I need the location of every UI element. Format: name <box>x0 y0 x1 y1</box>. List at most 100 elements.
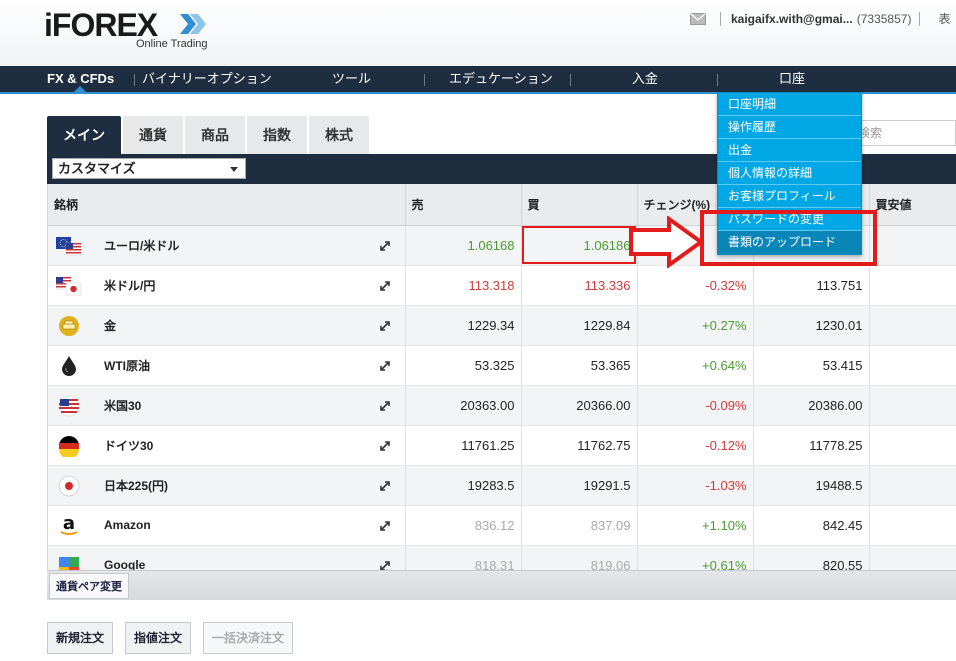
buy-price[interactable]: 113.336 <box>521 265 638 306</box>
nav-binary-options[interactable]: バイナリーオプション <box>142 66 272 92</box>
mail-icon[interactable] <box>690 12 706 25</box>
nav-account[interactable]: 口座 <box>779 66 805 92</box>
change-percent: +1.10% <box>637 505 754 546</box>
sell-price[interactable]: 20363.00 <box>405 385 522 426</box>
oil-drop-icon <box>56 355 82 377</box>
instrument-cell[interactable]: WTI原油 <box>48 345 406 386</box>
table-row[interactable]: Google 818.31819.06+0.61%820.55816 <box>48 545 956 570</box>
expand-icon[interactable] <box>379 280 391 292</box>
pair-change-button[interactable]: 通貨ペア変更 <box>49 573 129 599</box>
buy-price[interactable]: 837.09 <box>521 505 638 546</box>
expand-icon[interactable] <box>379 240 391 252</box>
menu-operation-history[interactable]: 操作履歴 <box>718 116 861 139</box>
instrument-name: 米国30 <box>104 398 142 413</box>
high-value: 820.55 <box>753 545 870 570</box>
customize-label: カスタマイズ <box>58 161 136 176</box>
buy-price[interactable]: 819.06 <box>521 545 638 570</box>
change-percent: -0.32% <box>637 265 754 306</box>
nav-deposit[interactable]: 入金 <box>632 66 658 92</box>
header-buy[interactable]: 買 <box>521 184 638 226</box>
bulk-close-button[interactable]: 一括決済注文 <box>203 622 294 654</box>
menu-personal-details[interactable]: 個人情報の詳細 <box>718 162 861 185</box>
eu-us-flag-icon <box>56 235 82 257</box>
tab-currency[interactable]: 通貨 <box>123 116 183 154</box>
separator <box>720 11 721 26</box>
de-flag-icon <box>56 435 82 459</box>
new-order-button[interactable]: 新規注文 <box>47 622 114 654</box>
nav-education[interactable]: エデュケーション <box>449 66 553 92</box>
buy-price[interactable]: 1.06186 <box>521 225 638 266</box>
change-percent: +0.61% <box>637 545 754 570</box>
instrument-cell[interactable]: ユーロ/米ドル <box>48 225 406 266</box>
high-value: 19488.5 <box>753 465 870 506</box>
expand-icon[interactable] <box>379 560 391 570</box>
expand-icon[interactable] <box>379 400 391 412</box>
instrument-name: WTI原油 <box>104 358 150 373</box>
jp-flag-icon <box>56 475 82 497</box>
instrument-cell[interactable]: 日本225(円) <box>48 465 406 506</box>
iforex-logo[interactable]: iFOREX Online Trading <box>44 7 208 50</box>
buy-price[interactable]: 53.365 <box>521 345 638 386</box>
instrument-cell[interactable]: a Amazon <box>48 505 406 546</box>
sell-price[interactable]: 818.31 <box>405 545 522 570</box>
sell-price[interactable]: 19283.5 <box>405 465 522 506</box>
instrument-cell[interactable]: ドイツ30 <box>48 425 406 466</box>
low-value: 829 <box>869 505 956 546</box>
expand-icon[interactable] <box>379 520 391 532</box>
instrument-name: ユーロ/米ドル <box>104 238 180 253</box>
table-row[interactable]: 日本225(円) 19283.519291.5-1.03%19488.51922 <box>48 465 956 506</box>
tab-main[interactable]: メイン <box>47 116 121 154</box>
low-value: 113. <box>869 265 956 306</box>
amazon-icon: a <box>56 513 82 537</box>
nav-tools[interactable]: ツール <box>332 66 371 92</box>
high-value: 842.45 <box>753 505 870 546</box>
header-low[interactable]: 買安値 <box>869 184 956 226</box>
expand-icon[interactable] <box>379 320 391 332</box>
menu-account-statement[interactable]: 口座明細 <box>718 93 861 116</box>
sell-price[interactable]: 836.12 <box>405 505 522 546</box>
buy-price[interactable]: 20366.00 <box>521 385 638 426</box>
account-extra-link[interactable]: 表 <box>938 10 950 27</box>
header-sell[interactable]: 売 <box>405 184 522 226</box>
logo-text: iFOREX <box>44 7 158 43</box>
sell-price[interactable]: 113.318 <box>405 265 522 306</box>
table-row[interactable]: ドイツ30 11761.2511762.75-0.12%11778.251175 <box>48 425 956 466</box>
low-value: 1922 <box>869 465 956 506</box>
table-row[interactable]: 米ドル/円 113.318113.336-0.32%113.751113. <box>48 265 956 306</box>
sell-price[interactable]: 1229.34 <box>405 305 522 346</box>
account-email[interactable]: kaigaifx.with@gmai... <box>731 12 853 26</box>
tab-stocks[interactable]: 株式 <box>309 116 369 154</box>
table-row[interactable]: 米国30 20363.0020366.00-0.09%20386.002035 <box>48 385 956 426</box>
annotation-arrow-icon <box>629 216 705 268</box>
customize-select[interactable]: カスタマイズ <box>52 158 246 179</box>
tab-commodities[interactable]: 商品 <box>185 116 245 154</box>
buy-price[interactable]: 1229.84 <box>521 305 638 346</box>
sell-price[interactable]: 1.06168 <box>405 225 522 266</box>
instrument-cell[interactable]: Google <box>48 545 406 570</box>
sell-price[interactable]: 53.325 <box>405 345 522 386</box>
limit-order-button[interactable]: 指値注文 <box>125 622 192 654</box>
nav-divider <box>717 74 718 86</box>
expand-icon[interactable] <box>379 360 391 372</box>
table-row[interactable]: a Amazon 836.12837.09+1.10%842.45829 <box>48 505 956 546</box>
menu-withdrawal[interactable]: 出金 <box>718 139 861 162</box>
table-row[interactable]: WTI原油 53.32553.365+0.64%53.41552. <box>48 345 956 386</box>
expand-icon[interactable] <box>379 480 391 492</box>
chevron-down-icon <box>230 167 238 172</box>
tab-indices[interactable]: 指数 <box>247 116 307 154</box>
nav-divider <box>570 74 571 86</box>
high-value: 20386.00 <box>753 385 870 426</box>
account-id: (7335857) <box>856 11 912 26</box>
search-input[interactable]: 検索 <box>847 120 956 146</box>
sell-price[interactable]: 11761.25 <box>405 425 522 466</box>
expand-icon[interactable] <box>379 440 391 452</box>
header-instrument[interactable]: 銘柄 <box>48 184 406 226</box>
table-row[interactable]: 金 1229.341229.84+0.27%1230.011225 <box>48 305 956 346</box>
menu-customer-profile[interactable]: お客様プロフィール <box>718 185 861 208</box>
google-icon <box>56 555 82 570</box>
buy-price[interactable]: 19291.5 <box>521 465 638 506</box>
buy-price[interactable]: 11762.75 <box>521 425 638 466</box>
instrument-cell[interactable]: 米国30 <box>48 385 406 426</box>
instrument-cell[interactable]: 米ドル/円 <box>48 265 406 306</box>
instrument-cell[interactable]: 金 <box>48 305 406 346</box>
